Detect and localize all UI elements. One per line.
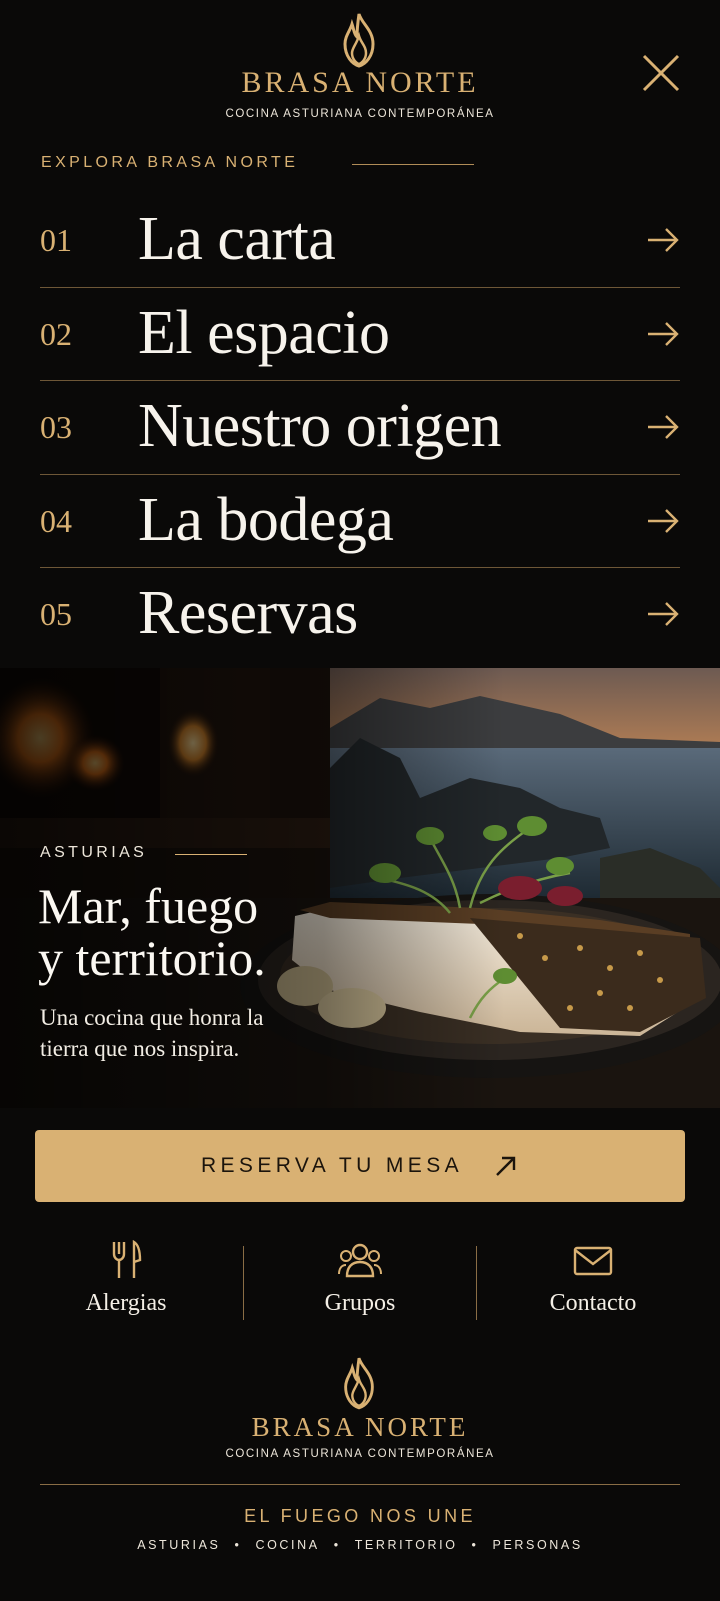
footer-keyword: COCINA — [255, 1538, 320, 1552]
hero-title-line: Mar, fuego — [38, 878, 259, 934]
close-icon[interactable] — [638, 50, 684, 96]
envelope-icon — [573, 1246, 613, 1276]
quick-link-label: Contacto — [549, 1290, 637, 1316]
nav-item-label: El espacio — [138, 298, 390, 367]
main-nav: 01 La carta 02 El espacio 03 Nuestro ori… — [40, 194, 680, 662]
nav-item-number: 04 — [40, 502, 72, 539]
quick-links: Alergias Grupos Contacto — [0, 1236, 720, 1322]
nav-item-label: La bodega — [138, 485, 394, 554]
fork-knife-icon — [112, 1240, 142, 1278]
flame-logo-icon — [344, 1357, 374, 1410]
explore-label: EXPLORA BRASA NORTE — [41, 154, 299, 171]
arrow-right-icon — [648, 508, 679, 533]
nav-item-label: La carta — [138, 205, 336, 273]
hero-kicker: ASTURIAS — [40, 844, 148, 861]
divider — [40, 1484, 680, 1485]
quick-link-contacto[interactable]: Contacto — [477, 1236, 709, 1322]
separator-dot: • — [471, 1538, 479, 1552]
divider — [352, 164, 474, 165]
nav-item-nuestro-origen[interactable]: 03 Nuestro origen — [40, 381, 680, 475]
quick-link-alergias[interactable]: Alergias — [10, 1236, 242, 1322]
arrow-up-right-icon — [496, 1156, 516, 1176]
arrow-right-icon — [648, 228, 679, 252]
quick-link-label: Alergias — [85, 1290, 167, 1316]
footer-brand-tagline: COCINA ASTURIANA CONTEMPORÁNEA — [225, 1448, 495, 1460]
separator-dot: • — [234, 1538, 242, 1552]
nav-item-number: 03 — [40, 409, 72, 445]
footer-brand-name: BRASA NORTE — [251, 1412, 469, 1442]
footer-keyword: PERSONAS — [492, 1538, 583, 1552]
hero-title-line: y territorio. — [38, 930, 266, 986]
divider — [175, 854, 247, 855]
footer-keyword: ASTURIAS — [137, 1538, 221, 1552]
nav-item-reservas[interactable]: 05 Reservas — [40, 568, 680, 662]
arrow-right-icon — [648, 602, 679, 626]
footer-tagline: EL FUEGO NOS UNE — [244, 1506, 476, 1526]
footer-keyword: TERRITORIO — [354, 1538, 458, 1552]
footer-keywords: ASTURIAS • COCINA • TERRITORIO • PERSONAS — [0, 1538, 720, 1552]
reserve-table-button[interactable]: RESERVA TU MESA — [35, 1130, 685, 1202]
quick-link-label: Grupos — [324, 1290, 396, 1316]
nav-item-number: 01 — [40, 222, 72, 258]
brand-tagline: COCINA ASTURIANA CONTEMPORÁNEA — [225, 108, 495, 120]
flame-logo-icon — [343, 13, 375, 68]
users-icon — [338, 1243, 382, 1278]
separator-dot: • — [333, 1538, 341, 1552]
reserve-table-label: RESERVA TU MESA — [200, 1154, 464, 1177]
nav-item-number: 05 — [40, 596, 72, 632]
quick-link-grupos[interactable]: Grupos — [244, 1236, 476, 1322]
nav-item-el-espacio[interactable]: 02 El espacio — [40, 288, 680, 381]
site-header: BRASA NORTE COCINA ASTURIANA CONTEMPORÁN… — [0, 0, 720, 140]
hero-banner: ASTURIAS Mar, fuego y territorio. Una co… — [0, 668, 720, 1108]
hero-description: Una cocina que honra la tierra que nos i… — [40, 1005, 264, 1061]
brand-name: BRASA NORTE — [241, 66, 479, 99]
nav-item-label: Nuestro origen — [138, 392, 502, 460]
nav-item-number: 02 — [40, 315, 72, 352]
nav-item-label: Reservas — [138, 579, 358, 647]
nav-item-la-bodega[interactable]: 04 La bodega — [40, 475, 680, 568]
nav-item-la-carta[interactable]: 01 La carta — [40, 194, 680, 288]
arrow-right-icon — [648, 415, 679, 439]
arrow-right-icon — [648, 321, 679, 346]
hero-title: Mar, fuego y territorio. — [38, 880, 338, 984]
